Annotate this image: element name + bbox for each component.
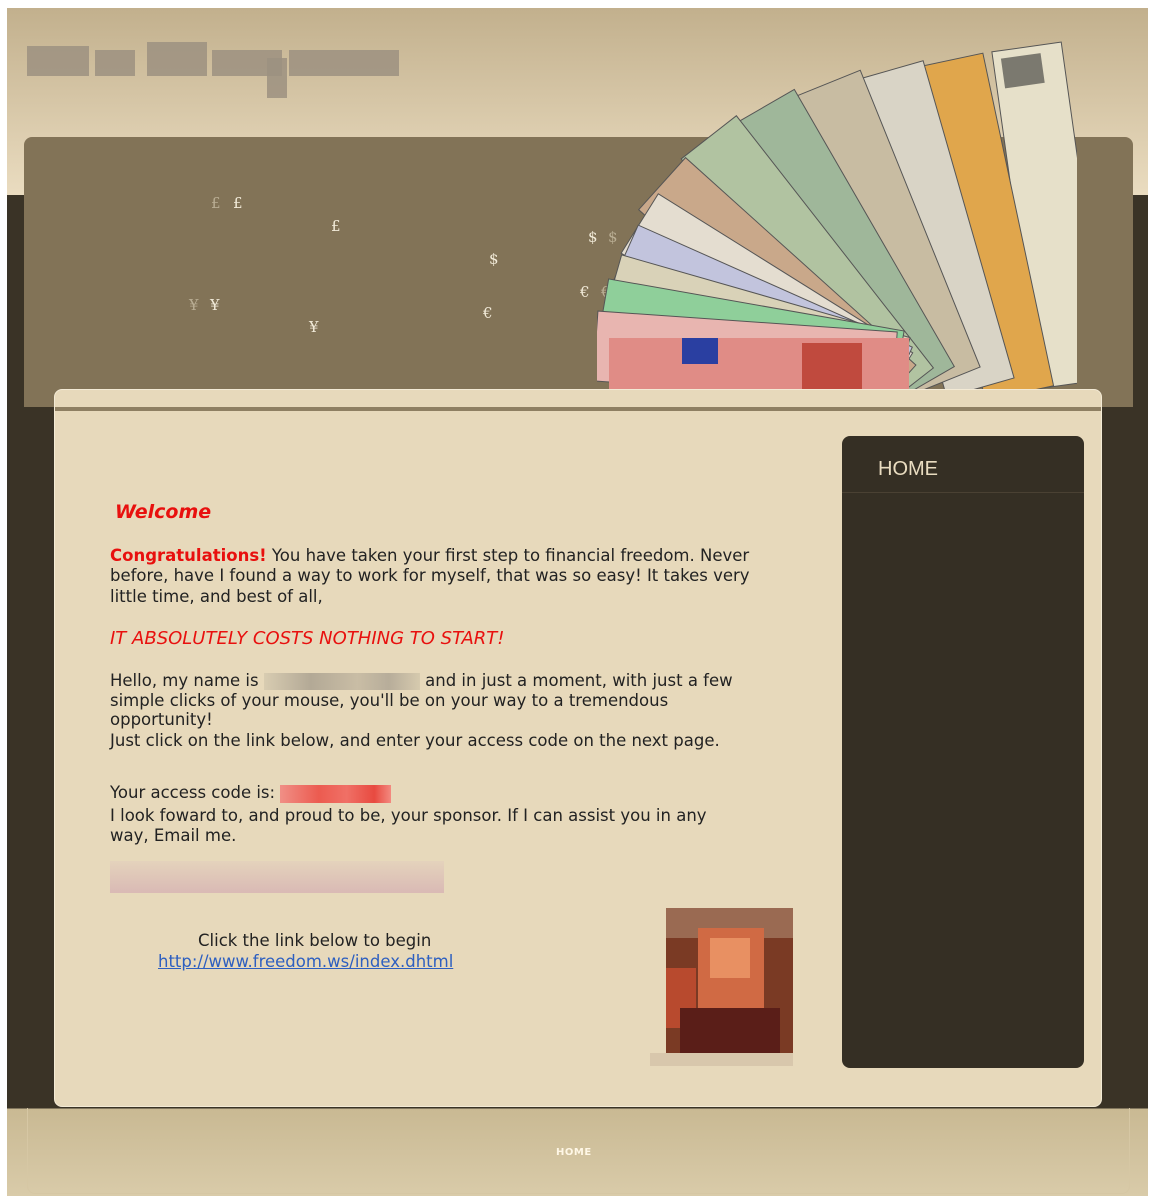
congrats-label: Congratulations!: [110, 546, 267, 565]
pound-symbol: £: [331, 217, 341, 235]
hello-suffix: and in just a moment, with just a few: [425, 671, 733, 690]
hello-line: Hello, my name is and in just a moment, …: [110, 671, 733, 691]
banknotes-fan-image: [597, 41, 1077, 398]
nav-home-link[interactable]: HOME: [878, 458, 938, 481]
intro-line-1: You have taken your first step to financ…: [266, 546, 750, 565]
costs-headline: IT ABSOLUTELY COSTS NOTHING TO START!: [110, 628, 505, 649]
redacted-name: [263, 673, 420, 690]
welcome-heading: Welcome: [115, 501, 212, 523]
click-below-line: Just click on the link below, and enter …: [110, 731, 720, 750]
begin-link[interactable]: http://www.freedom.ws/index.dhtml: [158, 952, 453, 972]
sidebar-divider: [842, 492, 1084, 493]
footer-home-link[interactable]: HOME: [556, 1147, 592, 1158]
intro-line-2: before, have I found a way to work for m…: [110, 566, 750, 585]
access-code-line: Your access code is:: [110, 783, 392, 803]
begin-text: Click the link below to begin: [198, 931, 432, 950]
sidebar: HOME: [842, 436, 1084, 1068]
content-divider: [55, 407, 1101, 411]
pound-symbol: £: [233, 194, 243, 212]
sponsor-line-1: I look foward to, and proud to be, your …: [110, 806, 707, 825]
dollar-symbol: $: [489, 250, 499, 268]
yen-symbol: ¥: [210, 296, 220, 314]
euro-symbol: €: [580, 283, 590, 301]
sponsor-line-2: way, Email me.: [110, 826, 237, 845]
yen-symbol: ¥: [189, 296, 199, 314]
page: £ £ £ $ $ $ ¥ ¥ ¥ € € € HOME Welcome Con…: [7, 8, 1148, 1196]
simple-line: simple clicks of your mouse, you'll be o…: [110, 691, 669, 710]
intro-line-3: little time, and best of all,: [110, 587, 323, 606]
euro-symbol: €: [483, 304, 493, 322]
sponsor-photo: [650, 908, 793, 1066]
pound-symbol: £: [211, 194, 221, 212]
opportunity-line: opportunity!: [110, 710, 213, 729]
intro-paragraph: Congratulations! You have taken your fir…: [110, 546, 749, 566]
site-logo[interactable]: [27, 38, 399, 103]
hello-prefix: Hello, my name is: [110, 671, 259, 690]
access-code-label: Your access code is:: [110, 783, 276, 802]
redacted-access-code: [280, 784, 392, 803]
yen-symbol: ¥: [309, 318, 319, 336]
redacted-email-link[interactable]: [110, 861, 444, 893]
